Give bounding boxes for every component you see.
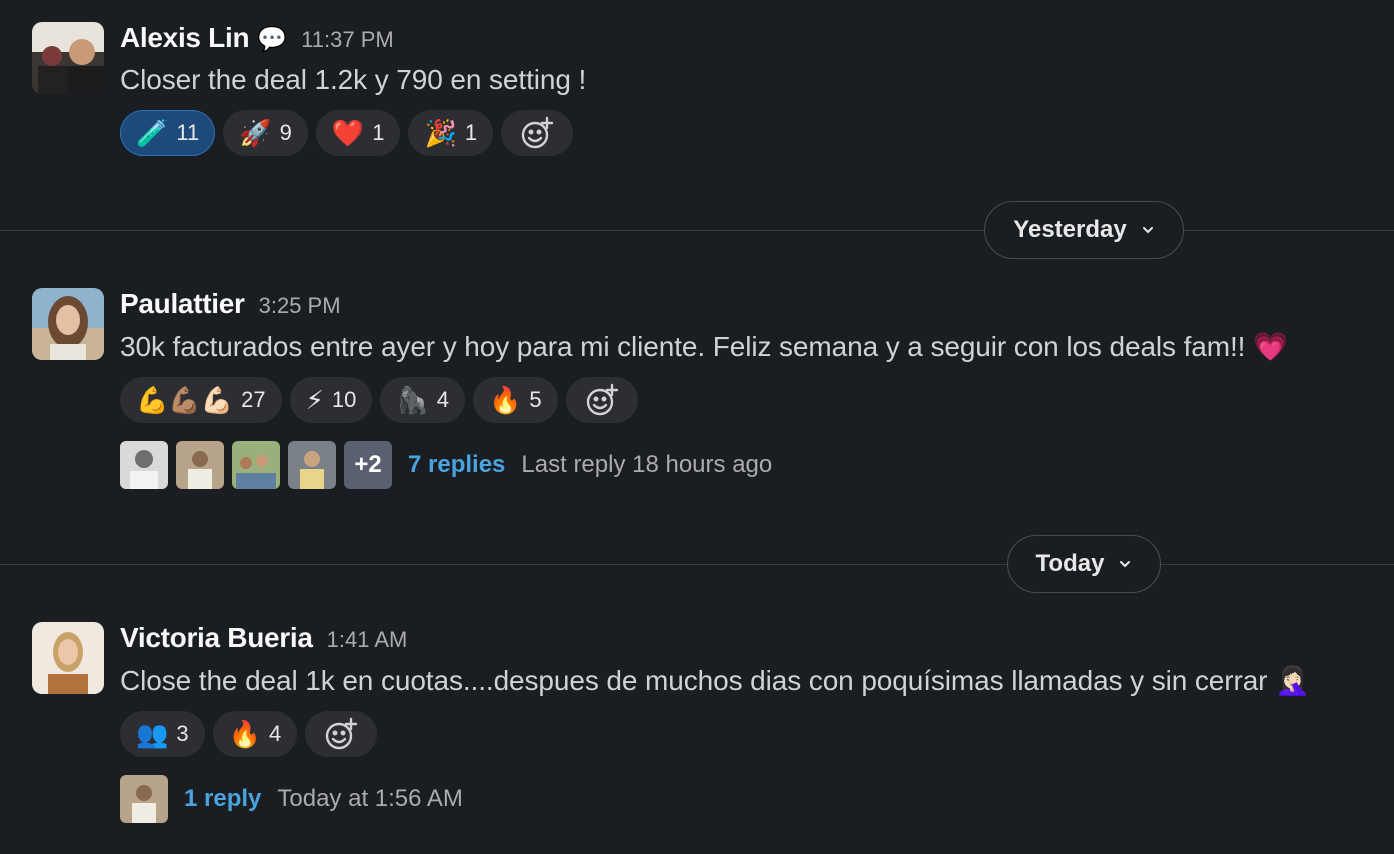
people-icon: 👥	[136, 719, 169, 749]
message-text: Closer the deal 1.2k y 790 en setting !	[120, 64, 587, 95]
reply-avatar	[232, 441, 280, 489]
chevron-down-icon	[1142, 227, 1153, 234]
fire-icon: 🔥	[228, 719, 261, 749]
reaction-count: 11	[176, 120, 200, 145]
date-divider-yesterday[interactable]: Yesterday	[984, 201, 1184, 259]
message-text: Close the deal 1k en cuotas....despues d…	[120, 665, 1310, 696]
more-participants-badge: +2	[344, 441, 392, 489]
date-divider-line	[0, 230, 1394, 231]
reaction-party[interactable]: 🎉 1	[408, 110, 494, 156]
reaction-fire[interactable]: 🔥 4	[212, 711, 298, 757]
last-reply-time: Today at 1:56 AM	[277, 785, 463, 812]
add-reaction-button[interactable]	[501, 110, 574, 156]
timestamp[interactable]: 11:37 PM	[301, 27, 394, 53]
reaction-heart[interactable]: ❤️ 1	[315, 110, 401, 156]
test-tube-icon: 🧪	[136, 118, 169, 148]
avatar[interactable]	[32, 622, 104, 694]
reaction-count: 27	[241, 387, 266, 412]
add-emoji-icon	[521, 116, 554, 149]
reactions: 👥 3 🔥 4	[120, 711, 1310, 757]
flexed-biceps-icon: 💪💪🏽💪🏻	[136, 385, 234, 415]
add-emoji-icon	[326, 717, 358, 750]
reaction-count: 3	[176, 721, 189, 746]
avatar[interactable]	[32, 22, 104, 94]
date-label: Yesterday	[1013, 216, 1127, 243]
gorilla-icon: 🦍	[396, 385, 429, 415]
date-divider-today[interactable]: Today	[1007, 535, 1161, 593]
reaction-count: 10	[331, 387, 357, 412]
reactions: 🧪 11 🚀 9 ❤️ 1 🎉 1	[120, 110, 586, 156]
reactions: 💪💪🏽💪🏻 27 ⚡ 10 🦍 4 🔥 5	[120, 377, 1288, 423]
reaction-fire[interactable]: 🔥 5	[472, 377, 558, 423]
replies-link[interactable]: 1 reply	[184, 785, 261, 813]
reply-avatar	[120, 441, 168, 489]
reaction-count: 4	[436, 387, 449, 412]
add-reaction-button[interactable]	[305, 711, 378, 757]
reply-avatar	[176, 441, 224, 489]
timestamp[interactable]: 1:41 AM	[327, 627, 408, 653]
reaction-test-tube[interactable]: 🧪 11	[120, 110, 216, 156]
add-emoji-icon	[586, 383, 618, 416]
reply-avatar	[288, 441, 336, 489]
reaction-lightning[interactable]: ⚡ 10	[289, 377, 373, 423]
author-name[interactable]: Alexis Lin	[120, 22, 250, 54]
reaction-count: 5	[529, 387, 542, 412]
reaction-gorilla[interactable]: 🦍 4	[380, 377, 465, 423]
status-emoji: 💬	[257, 26, 288, 53]
heart-icon: ❤️	[331, 118, 365, 148]
reaction-count: 1	[372, 120, 385, 145]
fire-icon: 🔥	[488, 385, 522, 415]
replies-link[interactable]: 7 replies	[408, 451, 505, 479]
rocket-icon: 🚀	[239, 118, 272, 148]
add-reaction-button[interactable]	[565, 377, 638, 423]
last-reply-time: Last reply 18 hours ago	[521, 451, 773, 478]
reaction-flexed-biceps[interactable]: 💪💪🏽💪🏻 27	[120, 377, 282, 423]
message-text: 30k facturados entre ayer y hoy para mi …	[120, 331, 1288, 362]
thread-summary[interactable]: 1 reply Today at 1:56 AM	[120, 775, 1310, 823]
reaction-count: 4	[269, 721, 282, 746]
avatar[interactable]	[32, 288, 104, 360]
reaction-count: 9	[279, 120, 292, 145]
party-popper-icon: 🎉	[424, 118, 457, 148]
timestamp[interactable]: 3:25 PM	[259, 293, 341, 319]
reaction-count: 1	[464, 120, 478, 145]
author-name[interactable]: Victoria Bueria	[120, 622, 313, 654]
reaction-rocket[interactable]: 🚀 9	[223, 110, 308, 156]
chevron-down-icon	[1120, 561, 1131, 568]
date-label: Today	[1035, 550, 1105, 577]
date-divider-line	[0, 564, 1394, 565]
reaction-people[interactable]: 👥 3	[120, 711, 205, 757]
lightning-icon: ⚡	[305, 385, 324, 415]
author-name[interactable]: Paulattier	[120, 288, 245, 320]
reply-avatar	[120, 775, 168, 823]
thread-summary[interactable]: +2 7 replies Last reply 18 hours ago	[120, 441, 1288, 489]
